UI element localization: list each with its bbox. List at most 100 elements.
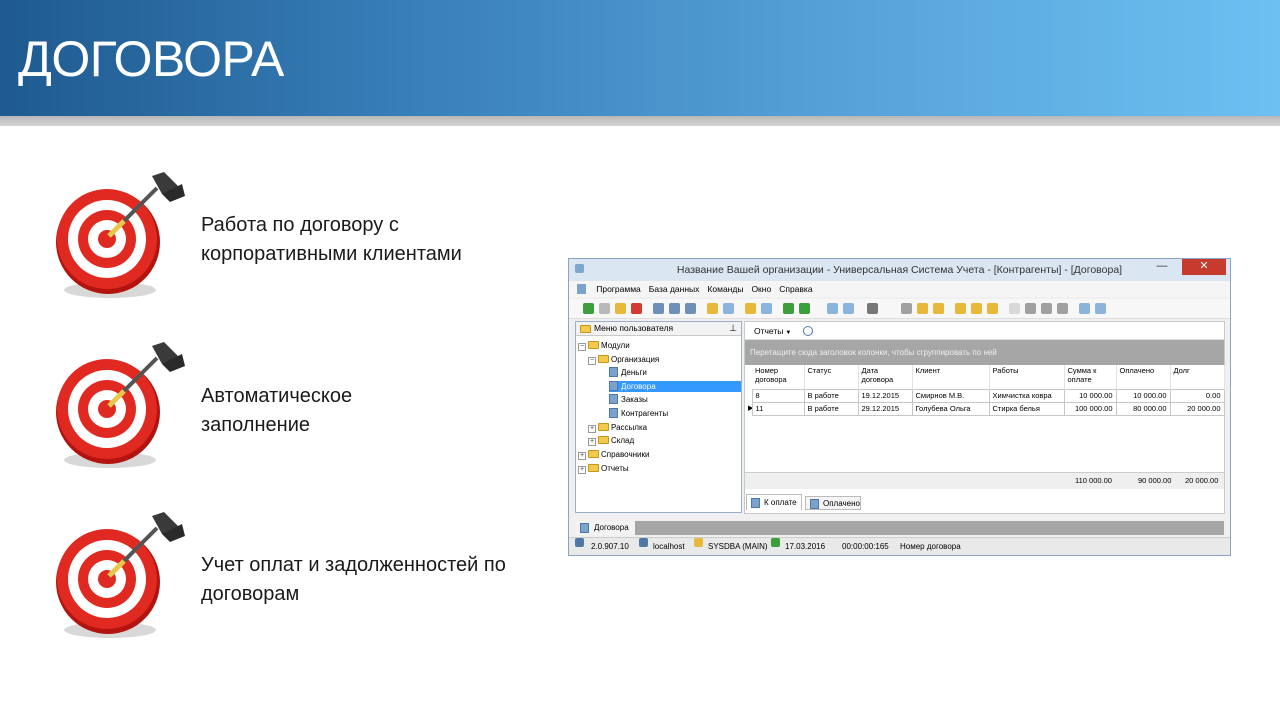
doc-icon	[810, 499, 819, 509]
tree-node-orders[interactable]: Заказы	[609, 394, 648, 405]
col-client[interactable]: Клиент	[912, 365, 990, 389]
tree-label: Контрагенты	[621, 409, 669, 418]
col-amount-due[interactable]: Сумма к оплате	[1064, 365, 1117, 389]
col-number[interactable]: Номер договора	[752, 365, 805, 389]
print-menu-icon[interactable]	[867, 303, 878, 314]
expand-icon[interactable]: +	[588, 425, 596, 433]
tree-node-warehouse[interactable]: + Склад	[588, 435, 634, 446]
user-icon	[694, 538, 703, 547]
tree-node-counterparties[interactable]: Контрагенты	[609, 408, 668, 419]
edit-icon[interactable]	[615, 303, 626, 314]
tab-to-pay[interactable]: К оплате	[746, 494, 802, 510]
totals-row: 110 000.00 90 000.00 20 000.00	[745, 472, 1224, 489]
status-host: localhost	[653, 542, 685, 551]
play-icon[interactable]	[1057, 303, 1068, 314]
filter-icon[interactable]	[685, 303, 696, 314]
note-icon[interactable]	[933, 303, 944, 314]
preview-icon[interactable]	[1041, 303, 1052, 314]
cell-client[interactable]: Смирнов М.В.	[911, 388, 990, 403]
cell-paid[interactable]: 10 000.00	[1115, 388, 1171, 403]
slide: ДОГОВОРА Работа по договору с корпоратив…	[0, 0, 1280, 720]
cell-number[interactable]: 11	[751, 401, 805, 416]
cell-date[interactable]: 29.12.2015	[857, 401, 913, 416]
export-icon[interactable]	[761, 303, 772, 314]
menu-window[interactable]: Окно	[751, 281, 771, 297]
excel-menu-icon[interactable]	[799, 303, 810, 314]
clock-icon[interactable]	[803, 326, 813, 336]
user-menu-header: Меню пользователя ⊥	[576, 322, 741, 336]
pin-icon[interactable]: ⊥	[729, 322, 737, 335]
window-icon[interactable]	[827, 303, 838, 314]
tree-node-references[interactable]: + Справочники	[578, 449, 649, 460]
sort-icon[interactable]	[707, 303, 718, 314]
add-icon[interactable]	[583, 303, 594, 314]
expand-icon[interactable]: +	[588, 438, 596, 446]
comment-icon[interactable]	[723, 303, 734, 314]
bullet-text-2: Автоматическое заполнение	[201, 385, 353, 436]
copy-icon[interactable]	[599, 303, 610, 314]
settings-icon[interactable]	[917, 303, 928, 314]
col-debt[interactable]: Долг	[1170, 365, 1225, 389]
book-icon[interactable]	[1079, 303, 1090, 314]
table-row[interactable]: 8 В работе 19.12.2015 Смирнов М.В. Химчи…	[745, 388, 1225, 403]
tab-paid[interactable]: Оплачено	[805, 496, 861, 510]
tree-node-reports[interactable]: + Отчеты	[578, 463, 629, 474]
expand-icon[interactable]: +	[578, 452, 586, 460]
cell-paid[interactable]: 80 000.00	[1115, 401, 1171, 416]
table-row[interactable]: ▶ 11 В работе 29.12.2015 Голубева Ольга …	[745, 401, 1225, 416]
key-icon[interactable]	[987, 303, 998, 314]
cell-amount-due[interactable]: 10 000.00	[1063, 388, 1117, 403]
tree-node-modules[interactable]: − Модули	[578, 340, 630, 351]
close-button[interactable]: ✕	[1182, 259, 1226, 275]
printer-icon[interactable]	[1025, 303, 1036, 314]
search-icon[interactable]	[653, 303, 664, 314]
col-date[interactable]: Дата договора	[858, 365, 913, 389]
group-by-area[interactable]: Перетащите сюда заголовок колонки, чтобы…	[745, 340, 1224, 365]
col-works[interactable]: Работы	[989, 365, 1065, 389]
calendar-icon[interactable]	[1009, 303, 1020, 314]
reports-dropdown[interactable]: Отчеты	[754, 326, 783, 336]
cell-works[interactable]: Стирка белья	[988, 401, 1065, 416]
users-icon[interactable]	[971, 303, 982, 314]
find-next-icon[interactable]	[669, 303, 680, 314]
lock-icon[interactable]	[955, 303, 966, 314]
tree-node-contracts[interactable]: Договора	[609, 381, 741, 392]
cell-debt[interactable]: 0.00	[1169, 388, 1225, 403]
cell-number[interactable]: 8	[751, 388, 805, 403]
cell-debt[interactable]: 20 000.00	[1169, 401, 1225, 416]
cell-status[interactable]: В работе	[803, 388, 859, 403]
cell-client[interactable]: Голубева Ольга	[911, 401, 990, 416]
import-icon[interactable]	[745, 303, 756, 314]
bullet-text-1: Работа по договору с корпоративными клие…	[201, 214, 462, 265]
expand-icon[interactable]: +	[578, 466, 586, 474]
target-dart-icon	[56, 342, 185, 468]
cell-amount-due[interactable]: 100 000.00	[1063, 401, 1117, 416]
cell-date[interactable]: 19.12.2015	[857, 388, 913, 403]
tab-contracts-window[interactable]: Договора	[575, 521, 635, 535]
cell-works[interactable]: Химчистка ковра	[988, 388, 1065, 403]
minimize-button[interactable]: —	[1150, 259, 1174, 275]
collapse-icon[interactable]: −	[578, 343, 586, 351]
menu-database[interactable]: База данных	[649, 281, 700, 297]
info-icon[interactable]	[1095, 303, 1106, 314]
dropdown-arrow-icon[interactable]: ▼	[785, 330, 791, 336]
doc-icon	[751, 498, 760, 508]
menu-commands[interactable]: Команды	[707, 281, 743, 297]
header-divider	[0, 116, 1280, 126]
tree-node-mailing[interactable]: + Рассылка	[588, 422, 647, 433]
delete-icon[interactable]	[631, 303, 642, 314]
window-close-icon[interactable]	[843, 303, 854, 314]
menu-help[interactable]: Справка	[779, 281, 812, 297]
tree-node-money[interactable]: Деньги	[609, 367, 647, 378]
doc-icon	[580, 523, 589, 533]
excel-icon[interactable]	[783, 303, 794, 314]
tree-node-organization[interactable]: − Организация	[588, 354, 659, 365]
cell-status[interactable]: В работе	[803, 401, 859, 416]
col-paid[interactable]: Оплачено	[1116, 365, 1171, 389]
col-status[interactable]: Статус	[804, 365, 859, 389]
menu-program[interactable]: Программа	[596, 281, 641, 297]
status-bar: 2.0.907.10 localhost SYSDBA (MAIN) 17.03…	[569, 537, 1230, 555]
target-dart-icon	[56, 512, 185, 638]
tools-icon[interactable]	[901, 303, 912, 314]
collapse-icon[interactable]: −	[588, 357, 596, 365]
